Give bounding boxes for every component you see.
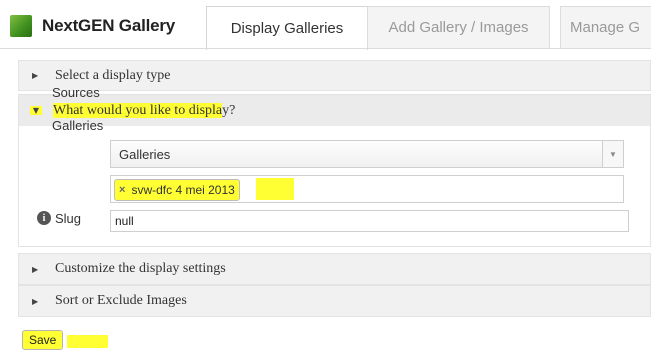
galleries-multiselect[interactable]: × svw-dfc 4 mei 2013: [110, 175, 624, 203]
sources-select[interactable]: Galleries ▼: [110, 140, 624, 168]
tab-label: Add Gallery / Images: [388, 19, 529, 36]
header-bar: NextGEN Gallery Display Galleries Add Ga…: [0, 0, 651, 50]
brand-title: NextGEN Gallery: [42, 16, 176, 35]
section-title-highlighted: What would you like to displa: [53, 102, 223, 118]
chevron-down-icon: ▼: [602, 141, 623, 167]
chevron-right-icon: ▶: [32, 264, 39, 274]
section-title: Customize the display settings: [55, 261, 226, 276]
accordion-customize-display-settings[interactable]: ▶ Customize the display settings: [18, 253, 651, 285]
gallery-chip-label: svw-dfc 4 mei 2013: [131, 183, 235, 197]
sources-label: Sources: [52, 85, 100, 100]
section-title-rest: y?: [222, 102, 236, 118]
remove-icon[interactable]: ×: [119, 184, 125, 196]
section-title: Select a display type: [55, 67, 171, 83]
sources-selected-value: Galleries: [119, 146, 171, 162]
chevron-right-icon: ▶: [32, 71, 39, 80]
accordion-select-display-type[interactable]: ▶ Select a display type: [18, 60, 651, 91]
tab-label: Manage G: [570, 19, 641, 36]
accordion-what-to-display[interactable]: ▼ What would you like to display?: [18, 94, 651, 127]
highlight-mark: [256, 178, 294, 200]
section-title: What would you like to display?: [53, 102, 236, 119]
gallery-chip[interactable]: × svw-dfc 4 mei 2013: [114, 179, 240, 201]
highlight-mark: [67, 335, 108, 348]
galleries-label: Galleries: [52, 118, 104, 133]
tab-manage-galleries[interactable]: Manage G: [560, 6, 651, 48]
brand-logo: NextGEN Gallery: [10, 13, 175, 39]
slug-input[interactable]: null: [110, 210, 629, 232]
save-button[interactable]: Save: [22, 330, 64, 350]
tab-label: Display Galleries: [230, 20, 344, 37]
tab-add-gallery-images[interactable]: Add Gallery / Images: [367, 6, 550, 48]
section-title: Sort or Exclude Images: [55, 293, 187, 308]
header-divider: [0, 48, 651, 49]
slug-label: Slug: [55, 211, 82, 226]
save-button-label: Save: [29, 333, 57, 347]
slug-value: null: [115, 214, 134, 228]
info-icon[interactable]: i: [37, 211, 51, 225]
chevron-right-icon: ▶: [32, 296, 39, 306]
accordion-sort-exclude-images[interactable]: ▶ Sort or Exclude Images: [18, 285, 651, 317]
chevron-down-icon: ▼: [30, 106, 42, 115]
nextgen-logo-icon: [10, 15, 32, 37]
tab-display-galleries[interactable]: Display Galleries: [206, 6, 368, 50]
